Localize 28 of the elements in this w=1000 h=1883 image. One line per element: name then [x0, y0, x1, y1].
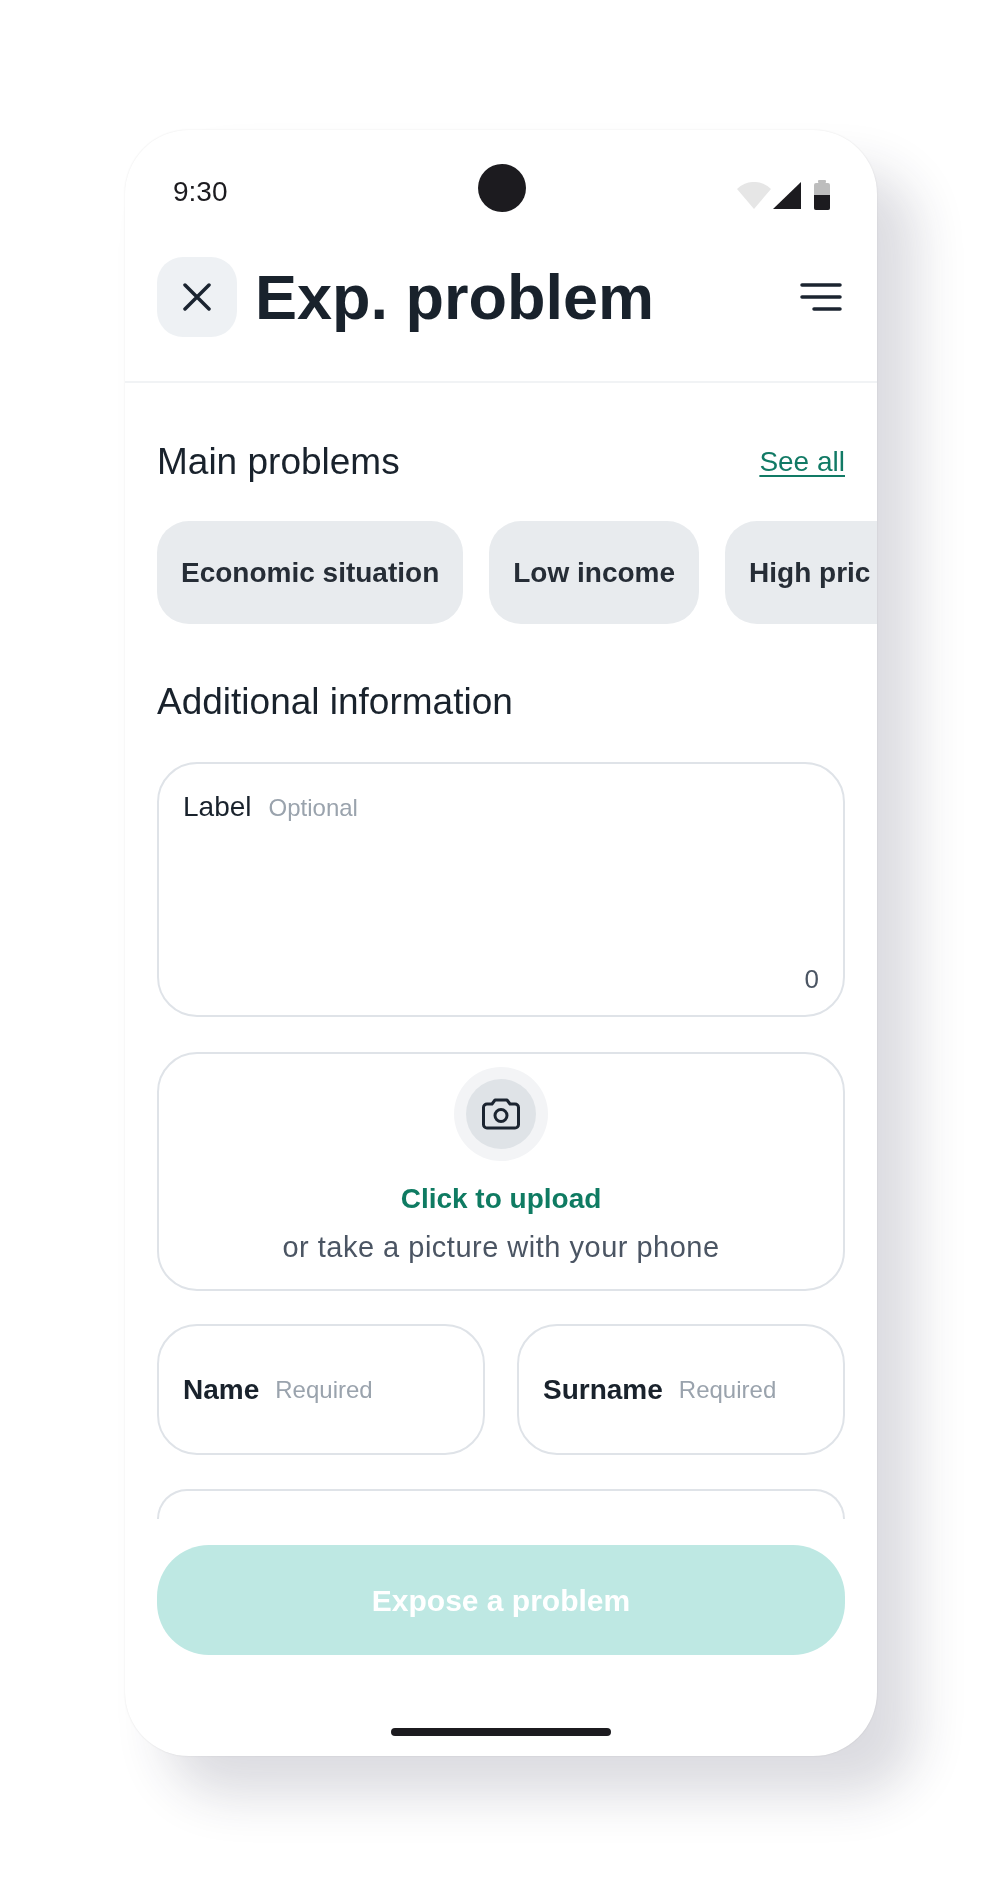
problem-chip[interactable]: High pric [725, 521, 877, 624]
menu-icon[interactable] [800, 283, 842, 311]
see-all-link[interactable]: See all [759, 445, 845, 479]
close-button[interactable] [157, 257, 237, 337]
text-area-field[interactable]: Label Optional 0 [157, 762, 845, 1017]
required-hint: Required [678, 1374, 777, 1405]
optional-hint: Optional [268, 793, 358, 823]
upload-area[interactable]: Click to upload or take a picture with your phone [157, 1052, 845, 1291]
input-field[interactable] [157, 1489, 845, 1519]
wifi-icon [737, 181, 771, 209]
upload-link[interactable]: Click to upload [400, 1182, 602, 1216]
problem-chip[interactable]: Low income [489, 521, 700, 624]
character-count: 0 [804, 963, 819, 995]
upload-hint: or take a picture with your phone [282, 1230, 720, 1265]
section-title: Additional information [157, 680, 514, 724]
signal-icon [773, 181, 801, 209]
required-hint: Required [275, 1374, 373, 1405]
section-title: Main problems [157, 440, 400, 484]
field-label: Name [183, 1372, 260, 1407]
camera-hole-icon [478, 164, 526, 212]
name-field[interactable]: Name Required [157, 1324, 485, 1455]
status-time: 9:30 [173, 178, 228, 206]
problem-chip[interactable]: Economic situation [157, 521, 464, 624]
field-label: Label [183, 790, 252, 824]
name-field[interactable]: Surname Required [517, 1324, 845, 1455]
battery-icon [814, 180, 830, 210]
close-icon [183, 283, 211, 311]
field-label: Surname [543, 1372, 663, 1407]
